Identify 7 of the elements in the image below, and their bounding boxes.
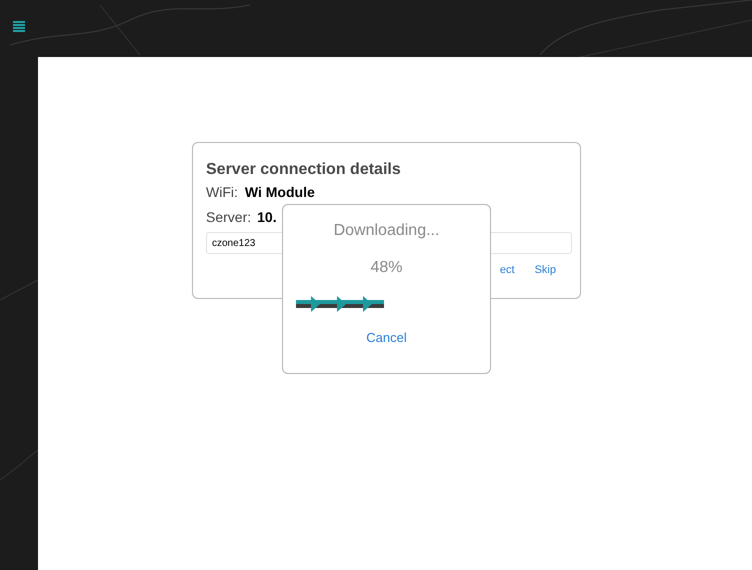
card-title: Server connection details [206,160,402,180]
server-value: 10. [257,208,277,226]
server-label: Server: [206,208,252,226]
download-percent: 48% [370,258,403,278]
wifi-label: WiFi: [206,183,238,201]
wifi-value: Wi Module [244,183,315,201]
dialog-title: Downloading... [334,221,440,241]
